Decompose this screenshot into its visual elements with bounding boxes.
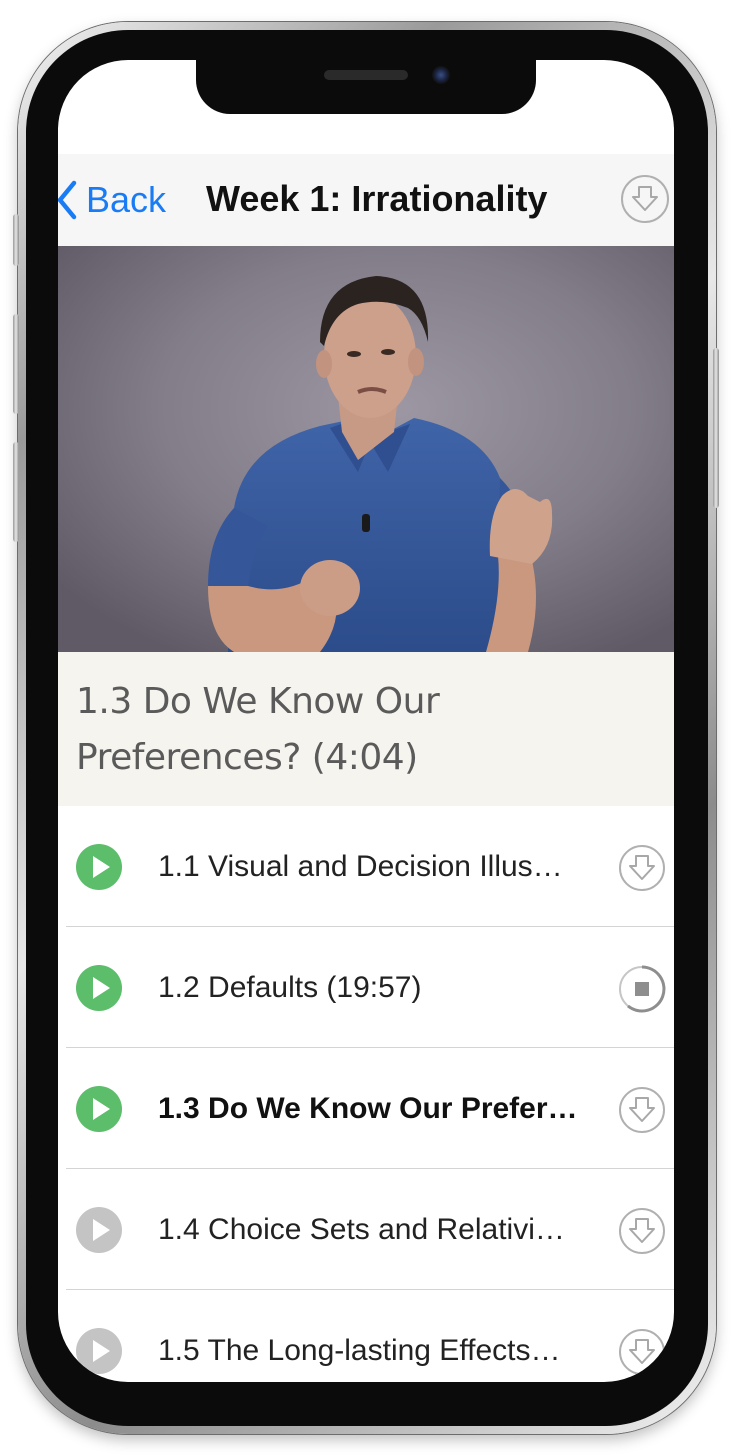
back-button[interactable]: Back [58,170,166,230]
download-arrow-icon[interactable] [618,1207,666,1255]
play-icon[interactable] [76,965,122,1011]
phone-screen: Back Week 1: Irrationality 1.3 Do We Kno… [58,60,674,1382]
lesson-title: 1.4 Choice Sets and Relativi… [158,1213,565,1246]
lesson-row[interactable]: 1.4 Choice Sets and Relativi… [58,1169,674,1290]
power-button [713,348,719,508]
navigation-bar: Back Week 1: Irrationality [58,154,674,247]
notch [196,60,536,114]
volume-up-button [13,314,19,414]
stop-download-icon[interactable] [618,965,666,1013]
lesson-title: 1.1 Visual and Decision Illus… [158,850,563,883]
lesson-row[interactable]: 1.2 Defaults (19:57) [58,927,674,1048]
front-camera [432,66,450,84]
lesson-list: 1.1 Visual and Decision Illus… 1.2 Defau… [58,806,674,1382]
video-frame-instructor [58,246,674,652]
page-title: Week 1: Irrationality [206,178,548,219]
download-arrow-icon[interactable] [618,1328,666,1376]
volume-down-button [13,442,19,542]
back-button-label: Back [86,179,167,220]
download-arrow-icon[interactable] [618,1086,666,1134]
lesson-title: 1.5 The Long-lasting Effects… [158,1334,561,1367]
silent-switch [13,214,19,266]
now-playing-title: 1.3 Do We Know Our Preferences? (4:04) [76,681,440,778]
lesson-title: 1.3 Do We Know Our Prefer… [158,1092,578,1125]
lesson-row-active[interactable]: 1.3 Do We Know Our Prefer… [58,1048,674,1169]
earpiece-speaker [324,70,408,80]
play-icon[interactable] [76,1328,122,1374]
chevron-left-icon [58,180,77,220]
play-icon[interactable] [76,844,122,890]
download-arrow-icon[interactable] [618,844,666,892]
app-screenshot: Back Week 1: Irrationality 1.3 Do We Kno… [0,0,732,1456]
download-arrow-icon[interactable] [620,174,670,224]
now-playing-header: 1.3 Do We Know Our Preferences? (4:04) [58,652,674,806]
lesson-row[interactable]: 1.5 The Long-lasting Effects… [58,1290,674,1382]
play-icon[interactable] [76,1086,122,1132]
lesson-row[interactable]: 1.1 Visual and Decision Illus… [58,806,674,927]
lesson-title: 1.2 Defaults (19:57) [158,971,422,1004]
video-player[interactable] [58,246,674,652]
play-icon[interactable] [76,1207,122,1253]
